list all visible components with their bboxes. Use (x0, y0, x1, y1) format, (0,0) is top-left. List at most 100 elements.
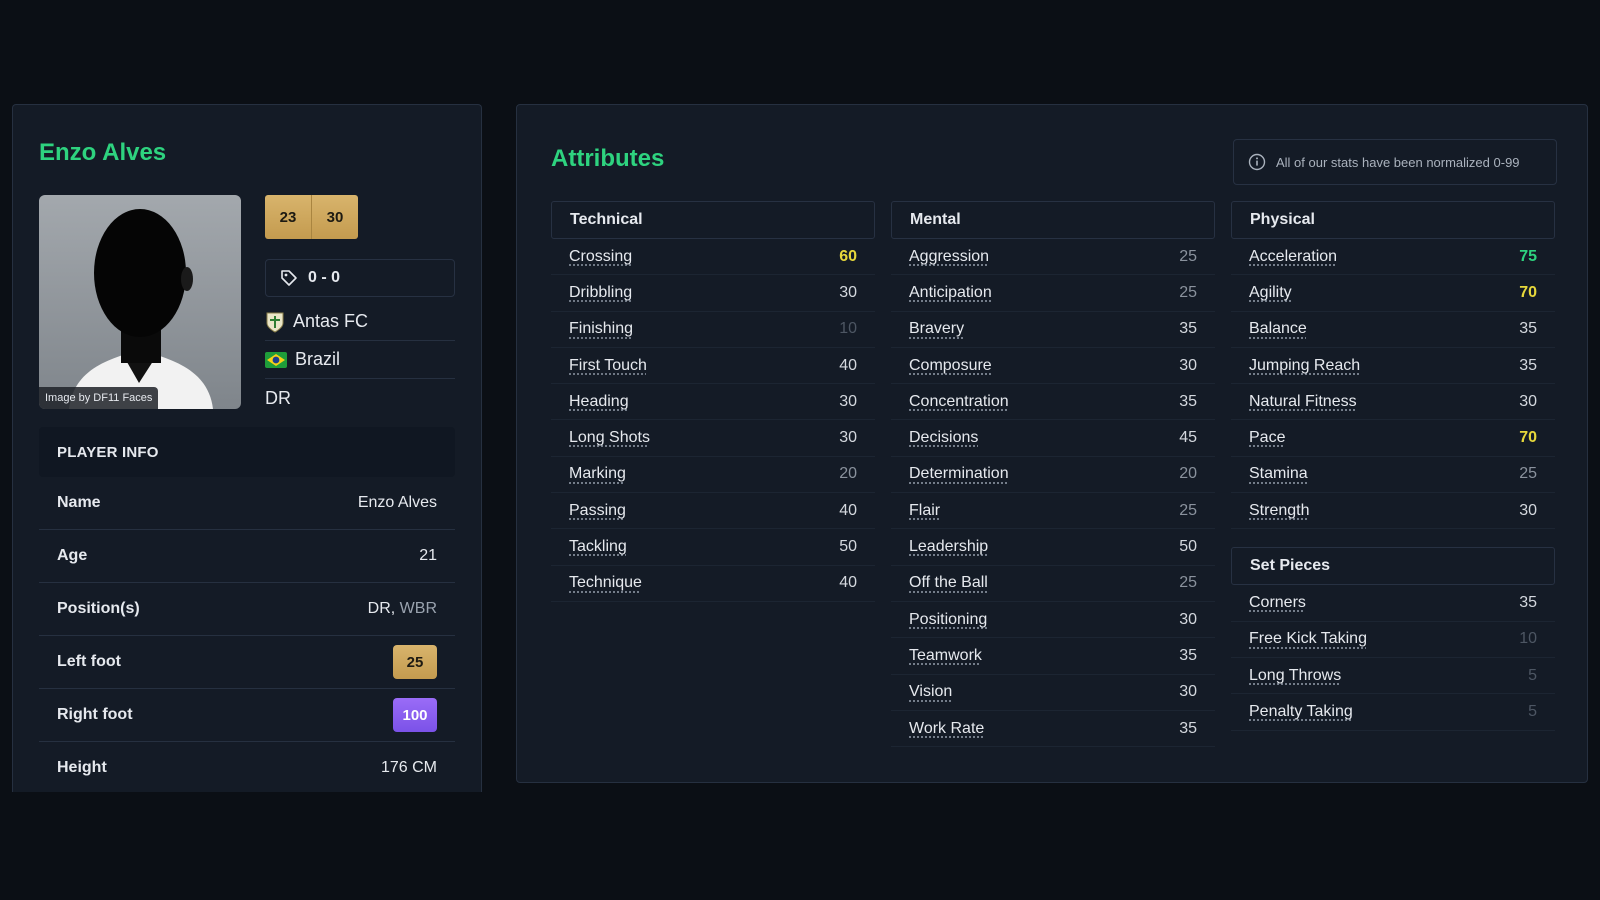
info-row-age: Age 21 (39, 530, 455, 583)
attribute-value: 40 (839, 501, 857, 519)
normalization-note-text: All of our stats have been normalized 0-… (1276, 154, 1520, 170)
attribute-row: Decisions 45 (891, 420, 1215, 457)
player-silhouette (69, 209, 213, 409)
attribute-name-link[interactable]: Long Throws (1249, 667, 1341, 685)
technical-heading: Technical (551, 201, 875, 239)
physical-column: Physical Acceleration 75 Agility 70 Balance 3… (1231, 201, 1555, 731)
attribute-name-link[interactable]: Heading (569, 393, 629, 411)
attribute-name-link[interactable]: Finishing (569, 320, 633, 338)
attribute-name-link[interactable]: Off the Ball (909, 574, 988, 592)
attribute-row: Work Rate 35 (891, 711, 1215, 748)
attribute-row: Flair 25 (891, 493, 1215, 530)
attribute-row: Marking 20 (551, 457, 875, 494)
club-crest-icon (266, 312, 284, 333)
attribute-row: Dribbling 30 (551, 275, 875, 312)
attribute-row: Technique 40 (551, 566, 875, 602)
attribute-row: Concentration 35 (891, 384, 1215, 421)
attribute-name-link[interactable]: Marking (569, 465, 626, 483)
attribute-value: 45 (1179, 429, 1197, 447)
attribute-name-link[interactable]: Teamwork (909, 647, 982, 665)
left-foot-badge: 25 (393, 645, 437, 679)
attribute-value: 30 (839, 283, 857, 301)
attribute-row: Bravery 35 (891, 312, 1215, 348)
attribute-row: Determination 20 (891, 457, 1215, 494)
attribute-name-link[interactable]: Technique (569, 574, 642, 592)
attribute-name-link[interactable]: Crossing (569, 248, 632, 266)
attribute-name-link[interactable]: Aggression (909, 248, 989, 266)
attribute-name-link[interactable]: Pace (1249, 429, 1285, 447)
attribute-name-link[interactable]: Work Rate (909, 720, 984, 738)
attribute-value: 50 (839, 538, 857, 556)
attribute-name-link[interactable]: Strength (1249, 502, 1309, 520)
attribute-name-link[interactable]: Dribbling (569, 284, 632, 302)
technical-column: Technical Crossing 60 Dribbling 30 Finishing… (551, 201, 875, 602)
attribute-row: Jumping Reach 35 (1231, 348, 1555, 385)
attributes-card: Attributes All of our stats have been no… (516, 104, 1588, 783)
attribute-value: 35 (1519, 356, 1537, 374)
attribute-name-link[interactable]: Balance (1249, 320, 1307, 338)
attribute-row: Vision 30 (891, 675, 1215, 711)
rating-badges: 23 30 (265, 195, 358, 239)
attribute-name-link[interactable]: Leadership (909, 538, 988, 556)
physical-list: Acceleration 75 Agility 70 Balance 35 Jumping … (1231, 239, 1555, 530)
attribute-name-link[interactable]: Bravery (909, 320, 964, 338)
attribute-name-link[interactable]: Concentration (909, 393, 1009, 411)
set-pieces-heading: Set Pieces (1231, 547, 1555, 586)
attribute-row: Tackling 50 (551, 529, 875, 566)
attribute-row: Teamwork 35 (891, 638, 1215, 675)
attribute-name-link[interactable]: Acceleration (1249, 248, 1337, 266)
position-line: DR (265, 379, 455, 417)
positions-value: DR, WBR (368, 600, 437, 618)
info-row-right-foot: Right foot 100 (39, 689, 455, 742)
nation-link[interactable]: Brazil (265, 341, 455, 379)
club-link[interactable]: Antas FC (265, 303, 455, 341)
attribute-name-link[interactable]: Free Kick Taking (1249, 630, 1367, 648)
attribute-value: 70 (1519, 429, 1537, 447)
attribute-row: Agility 70 (1231, 275, 1555, 312)
attribute-name-link[interactable]: Long Shots (569, 429, 650, 447)
attribute-name-link[interactable]: Positioning (909, 611, 987, 629)
attribute-name-link[interactable]: Anticipation (909, 284, 992, 302)
attribute-name-link[interactable]: Agility (1249, 284, 1292, 302)
potential-ability-badge: 30 (311, 195, 358, 239)
attribute-row: Heading 30 (551, 384, 875, 421)
attribute-name-link[interactable]: Natural Fitness (1249, 393, 1357, 411)
attribute-row: Positioning 30 (891, 602, 1215, 639)
attribute-value: 30 (1179, 356, 1197, 374)
attribute-name-link[interactable]: Passing (569, 502, 626, 520)
attribute-row: Aggression 25 (891, 239, 1215, 276)
attribute-value: 20 (1179, 465, 1197, 483)
attribute-row: Leadership 50 (891, 529, 1215, 566)
attribute-name-link[interactable]: Corners (1249, 594, 1306, 612)
attribute-row: Acceleration 75 (1231, 239, 1555, 276)
attribute-name-link[interactable]: Decisions (909, 429, 978, 447)
attribute-row: Crossing 60 (551, 239, 875, 276)
attribute-name-link[interactable]: Stamina (1249, 465, 1308, 483)
attribute-row: Finishing 10 (551, 312, 875, 348)
attribute-name-link[interactable]: Composure (909, 357, 992, 375)
nation-name: Brazil (295, 349, 341, 369)
attribute-name-link[interactable]: Vision (909, 683, 952, 701)
attribute-value: 35 (1519, 320, 1537, 338)
attribute-row: Anticipation 25 (891, 275, 1215, 312)
attribute-value: 20 (839, 465, 857, 483)
player-photo: Image by DF11 Faces (39, 195, 241, 409)
info-row-height: Height 176 CM (39, 742, 455, 792)
attribute-name-link[interactable]: Jumping Reach (1249, 357, 1360, 375)
attribute-row: Natural Fitness 30 (1231, 384, 1555, 421)
attribute-name-link[interactable]: Penalty Taking (1249, 703, 1353, 721)
attribute-value: 30 (839, 429, 857, 447)
attribute-name-link[interactable]: Determination (909, 465, 1009, 483)
mental-list: Aggression 25 Anticipation 25 Bravery 35 Compo… (891, 239, 1215, 748)
attribute-name-link[interactable]: First Touch (569, 357, 647, 375)
attribute-row: Composure 30 (891, 348, 1215, 385)
attribute-value: 35 (1179, 646, 1197, 664)
attribute-name-link[interactable]: Flair (909, 502, 940, 520)
attribute-row: Strength 30 (1231, 493, 1555, 530)
attribute-value: 30 (1179, 683, 1197, 701)
attribute-value: 30 (1519, 501, 1537, 519)
info-value: 21 (419, 547, 437, 564)
attribute-name-link[interactable]: Tackling (569, 538, 627, 556)
attribute-row: Off the Ball 25 (891, 566, 1215, 602)
right-foot-badge: 100 (393, 698, 437, 732)
